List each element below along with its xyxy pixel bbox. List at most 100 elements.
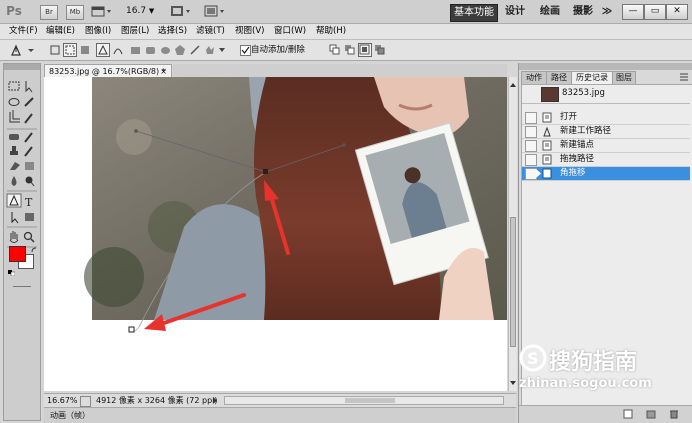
scroll-down-icon[interactable] [510,379,516,385]
freeform-pen-button[interactable] [111,43,125,57]
rounded-rectangle-shape-button[interactable] [143,43,157,57]
history-checkbox[interactable] [525,154,537,166]
menu-edit[interactable]: 编辑(E) [46,25,75,38]
direction-point[interactable] [342,143,346,147]
eyedropper-tool-icon[interactable] [24,113,33,124]
polygon-shape-button[interactable] [173,43,187,57]
workspace-essentials[interactable]: 基本功能 [450,4,498,22]
view-extras-button[interactable] [91,5,113,18]
line-shape-button[interactable] [188,43,202,57]
canvas-area[interactable] [44,77,507,391]
anchor-point[interactable] [263,169,268,174]
restore-button[interactable]: ▭ [644,4,666,20]
status-menu-icon[interactable] [212,397,218,404]
history-item[interactable]: 拖拽路径 [522,153,690,167]
scroll-up-icon[interactable] [510,81,516,87]
screen-mode-button[interactable] [204,5,226,18]
gradient-tool-icon[interactable] [25,162,34,170]
marquee-tool-icon[interactable] [8,81,20,91]
pen-tool-icon[interactable] [6,193,22,208]
bridge-button[interactable]: Br [40,5,58,20]
auto-add-delete-checkbox[interactable] [240,45,251,56]
horizontal-scroll-thumb[interactable] [345,398,395,403]
subtract-path-area-button[interactable] [343,43,357,57]
tool-preset-picker[interactable] [8,42,38,58]
menu-image[interactable]: 图像(I) [85,25,111,38]
shape-layers-button[interactable] [48,43,62,57]
tab-actions[interactable]: 动作 [521,71,547,85]
animation-panel-tab[interactable]: 动画（帧） [44,407,516,423]
workspace-painting[interactable]: 绘画 [538,4,562,20]
menu-layer[interactable]: 图层(L) [121,25,149,38]
menu-view[interactable]: 视图(V) [235,25,264,38]
history-checkbox[interactable] [525,126,537,138]
tab-layers[interactable]: 图层 [612,71,636,85]
history-snapshot[interactable]: 83253.jpg [522,85,690,104]
dodge-tool-icon[interactable] [25,176,35,187]
quick-mask-button[interactable] [13,286,31,287]
vertical-scrollbar[interactable] [508,77,517,391]
menu-help[interactable]: 帮助(H) [316,25,346,38]
mini-bridge-button[interactable]: Mb [66,5,84,20]
minimize-button[interactable]: — [622,4,644,20]
delete-state-icon[interactable] [669,409,679,419]
history-item[interactable]: 打开 [522,111,690,125]
brush-tool-icon[interactable] [24,132,33,143]
lasso-tool-icon[interactable] [8,98,20,106]
move-tool-icon[interactable] [25,81,33,93]
new-document-from-state-icon[interactable] [623,409,633,419]
anchor-point-open[interactable] [128,326,135,333]
add-to-path-area-button[interactable] [328,43,342,57]
history-item-selected[interactable]: 角拖移 [522,167,690,181]
arrange-documents-button[interactable] [170,5,192,18]
panel-menu-icon[interactable] [679,72,689,82]
history-item[interactable]: 新建锚点 [522,139,690,153]
shape-tool-icon[interactable] [25,213,34,221]
paths-button[interactable] [63,43,77,57]
menu-file[interactable]: 文件(F) [9,25,38,38]
workspace-photography[interactable]: 摄影 [571,4,595,20]
spot-healing-tool-icon[interactable] [9,134,19,140]
status-zoom[interactable]: 16.67% [47,394,78,407]
path-selection-tool-icon[interactable] [11,212,19,224]
blur-tool-icon[interactable] [11,176,17,186]
tab-history[interactable]: 历史记录 [571,71,613,85]
document-tab[interactable]: 83253.jpg @ 16.7%(RGB/8) * × [44,64,172,77]
eraser-tool-icon[interactable] [10,162,20,170]
clone-stamp-tool-icon[interactable] [10,146,18,155]
history-item[interactable]: 新建工作路径 [522,125,690,139]
history-checkbox[interactable] [525,112,537,124]
tab-paths[interactable]: 路径 [546,71,572,85]
close-button[interactable]: ✕ [666,4,688,20]
zoom-level-dropdown[interactable]: 16.7 ▼ [126,5,164,18]
panel-group-header[interactable] [519,63,692,70]
hand-tool-icon[interactable] [9,231,19,243]
fill-pixels-button[interactable] [78,43,92,57]
rectangle-shape-button[interactable] [128,43,142,57]
menu-window[interactable]: 窗口(W) [274,25,306,38]
type-tool-icon[interactable]: T [25,196,33,209]
horizontal-scrollbar[interactable] [224,396,504,405]
history-brush-tool-icon[interactable] [24,146,33,157]
menu-filter[interactable]: 滤镜(T) [196,25,225,38]
ellipse-shape-button[interactable] [158,43,172,57]
foreground-color-swatch[interactable] [9,246,26,262]
exclude-path-area-button[interactable] [373,43,387,57]
menu-select[interactable]: 选择(S) [158,25,187,38]
swap-colors-icon[interactable] [31,247,38,254]
direction-point[interactable] [134,129,138,133]
zoom-tool-icon[interactable] [23,231,35,243]
geometry-options-dropdown[interactable] [218,46,226,54]
intersect-path-area-button[interactable] [358,43,372,57]
workspace-overflow-button[interactable]: ≫ [599,4,615,20]
default-colors-icon[interactable] [8,269,16,277]
scroll-thumb[interactable] [510,217,516,347]
quick-selection-tool-icon[interactable] [24,97,34,107]
crop-tool-icon[interactable] [9,110,20,123]
history-checkbox[interactable] [525,140,537,152]
pen-option-button[interactable] [96,43,110,57]
status-info-icon[interactable] [80,396,91,407]
custom-shape-button[interactable] [203,43,217,57]
new-snapshot-icon[interactable] [646,409,656,419]
tools-panel-header[interactable] [4,64,40,70]
